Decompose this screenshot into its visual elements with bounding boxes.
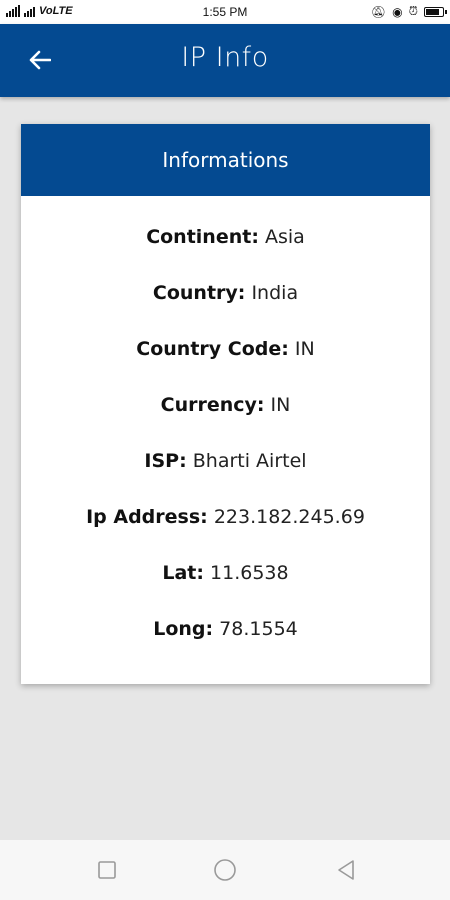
back-triangle-icon	[338, 860, 354, 880]
info-row-country-code: Country Code: IN	[21, 338, 430, 394]
info-row-long: Long: 78.1554	[21, 618, 430, 674]
home-button[interactable]	[213, 858, 237, 882]
info-row-isp: ISP: Bharti Airtel	[21, 450, 430, 506]
info-value: 78.1554	[219, 618, 298, 640]
info-value: IN	[270, 394, 291, 416]
info-label: Continent:	[146, 226, 259, 248]
status-right: 🔕︎ ◉ ⏰︎	[370, 4, 447, 19]
recent-apps-button[interactable]	[95, 858, 119, 882]
info-value: Bharti Airtel	[192, 450, 307, 472]
info-row-lat: Lat: 11.6538	[21, 562, 430, 618]
notification-off-icon: 🔕︎	[370, 4, 387, 19]
page-title: IP Info	[181, 42, 269, 73]
alarm-icon: ⏰︎	[408, 4, 418, 18]
info-value: India	[251, 282, 299, 304]
info-row-continent: Continent: Asia	[21, 226, 430, 282]
info-row-currency: Currency: IN	[21, 394, 430, 450]
info-label: Currency:	[160, 394, 265, 416]
home-icon	[214, 859, 236, 881]
recent-apps-icon	[98, 861, 116, 879]
info-label: Country Code:	[136, 338, 289, 360]
battery-icon	[424, 6, 447, 17]
info-row-country: Country: India	[21, 282, 430, 338]
info-label: ISP:	[144, 450, 187, 472]
info-value: Asia	[264, 226, 305, 248]
info-list: Continent: Asia Country: India Country C…	[21, 196, 430, 674]
app-bar: IP Info	[0, 24, 450, 97]
info-label: Ip Address:	[86, 506, 208, 528]
info-row-ip-address: Ip Address: 223.182.245.69	[21, 506, 430, 562]
card-header: Informations	[21, 124, 430, 196]
info-value: IN	[294, 338, 315, 360]
info-label: Lat:	[162, 562, 204, 584]
info-value: 223.182.245.69	[213, 506, 365, 528]
status-bar: VoLTE 1:55 PM 🔕︎ ◉ ⏰︎	[0, 0, 450, 24]
info-label: Country:	[152, 282, 246, 304]
eye-icon: ◉	[392, 4, 403, 19]
info-card: Informations Continent: Asia Country: In…	[21, 124, 430, 684]
nav-back-button[interactable]	[334, 858, 358, 882]
info-label: Long:	[153, 618, 214, 640]
info-value: 11.6538	[210, 562, 289, 584]
system-nav-bar	[0, 840, 450, 900]
